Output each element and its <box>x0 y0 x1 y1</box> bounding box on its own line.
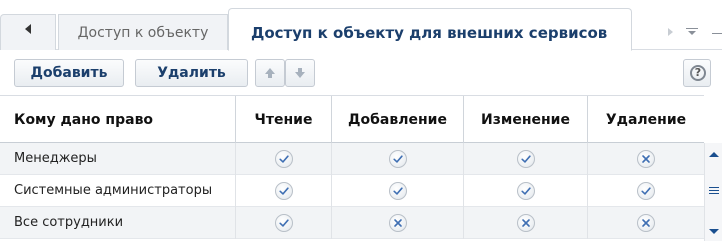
read-permission-cell[interactable] <box>236 207 332 239</box>
check-icon[interactable] <box>275 214 293 232</box>
check-icon[interactable] <box>389 182 407 200</box>
add-permission-cell[interactable] <box>332 143 464 175</box>
arrow-down-icon <box>295 68 305 78</box>
tab-strip: Доступ к объекту Доступ к объекту для вн… <box>0 0 722 51</box>
access-grid: Кому дано право Чтение Добавление Измене… <box>0 95 722 241</box>
grantee-cell[interactable]: Системные администраторы <box>0 175 236 207</box>
tab-object-access[interactable]: Доступ к объекту <box>58 14 228 50</box>
table-row[interactable]: Менеджеры <box>0 143 704 175</box>
delete-permission-cell[interactable] <box>588 175 704 207</box>
table-row[interactable]: Все сотрудники <box>0 207 704 239</box>
read-permission-cell[interactable] <box>236 143 332 175</box>
add-permission-cell[interactable] <box>332 207 464 239</box>
check-icon[interactable] <box>517 182 535 200</box>
delete-button[interactable]: Удалить <box>135 59 248 87</box>
column-header-delete[interactable]: Удаление <box>588 96 704 144</box>
check-icon[interactable] <box>275 150 293 168</box>
tab-menu-icon[interactable] <box>686 28 698 40</box>
help-icon: ? <box>690 65 706 81</box>
column-header-grantee[interactable]: Кому дано право <box>0 96 236 144</box>
add-button[interactable]: Добавить <box>14 59 124 87</box>
table-row[interactable]: Системные администраторы <box>0 175 704 207</box>
chevron-left-icon <box>25 24 31 34</box>
read-permission-cell[interactable] <box>236 175 332 207</box>
column-header-edit[interactable]: Изменение <box>464 96 588 144</box>
column-header-read[interactable]: Чтение <box>236 96 332 144</box>
move-down-button[interactable] <box>285 59 315 87</box>
tab-scroll-left-button[interactable] <box>0 14 56 50</box>
access-rights-panel: Доступ к объекту Доступ к объекту для вн… <box>0 0 722 241</box>
scroll-thumb-icon[interactable] <box>709 187 719 196</box>
check-icon[interactable] <box>275 182 293 200</box>
tab-external-services-access[interactable]: Доступ к объекту для внешних сервисов <box>228 8 632 51</box>
column-header-add[interactable]: Добавление <box>332 96 464 144</box>
edit-permission-cell[interactable] <box>464 175 588 207</box>
cross-icon[interactable] <box>517 214 535 232</box>
grantee-cell[interactable]: Все сотрудники <box>0 207 236 239</box>
check-icon[interactable] <box>389 150 407 168</box>
delete-permission-cell[interactable] <box>588 207 704 239</box>
delete-permission-cell[interactable] <box>588 143 704 175</box>
move-up-button[interactable] <box>255 59 285 87</box>
edit-permission-cell[interactable] <box>464 143 588 175</box>
tab-scroll-right-icon[interactable] <box>668 28 673 36</box>
vertical-scrollbar[interactable] <box>704 143 722 241</box>
scroll-down-icon[interactable] <box>709 229 719 234</box>
edit-permission-cell[interactable] <box>464 207 588 239</box>
grid-header: Кому дано право Чтение Добавление Измене… <box>0 95 704 144</box>
minimize-icon[interactable] <box>712 33 722 34</box>
scroll-up-icon[interactable] <box>709 152 719 157</box>
toolbar: Добавить Удалить ? <box>0 51 722 95</box>
arrow-up-icon <box>265 68 275 78</box>
check-icon[interactable] <box>637 182 655 200</box>
cross-icon[interactable] <box>637 214 655 232</box>
cross-icon[interactable] <box>389 214 407 232</box>
help-button[interactable]: ? <box>683 59 711 87</box>
cross-icon[interactable] <box>637 150 655 168</box>
check-icon[interactable] <box>517 150 535 168</box>
grantee-cell[interactable]: Менеджеры <box>0 143 236 175</box>
add-permission-cell[interactable] <box>332 175 464 207</box>
tab-tools <box>664 24 722 44</box>
